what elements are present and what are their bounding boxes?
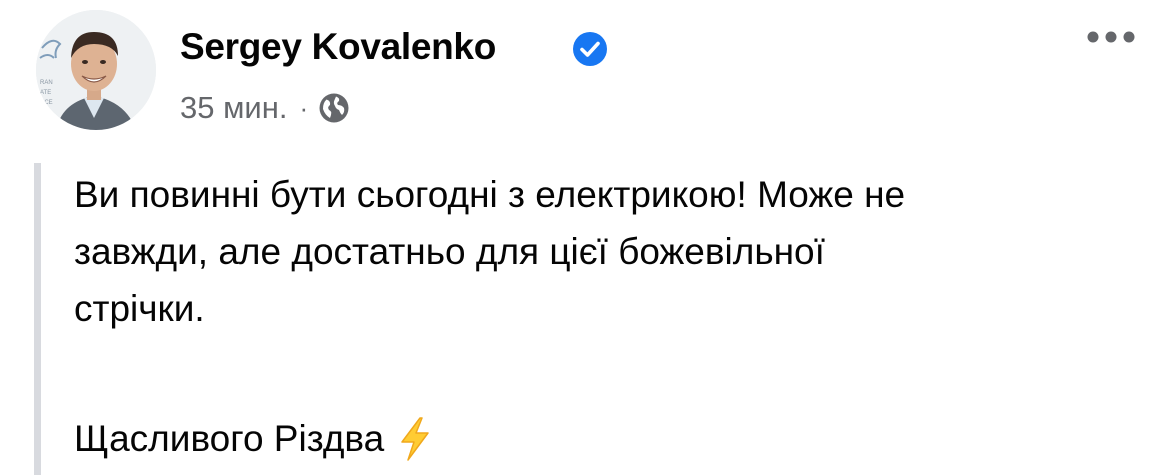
- avatar-bg-text-2: ATE: [40, 90, 51, 96]
- globe-icon[interactable]: [318, 92, 350, 124]
- post-greeting: Щасливого Різдва: [74, 410, 432, 467]
- meta-separator: ·: [299, 92, 309, 123]
- avatar-photo: RAN ATE NCE: [36, 10, 156, 130]
- more-options-icon[interactable]: [1086, 27, 1136, 47]
- post-body-line: завжди, але достатньо для цієї божевільн…: [74, 231, 825, 272]
- quote-bar: [34, 163, 41, 475]
- verified-badge-icon: [573, 32, 607, 66]
- high-voltage-icon: [401, 416, 430, 461]
- post-body-line: Ви повинні бути сьогодні з електрикою! М…: [74, 174, 906, 215]
- avatar[interactable]: RAN ATE NCE: [36, 10, 156, 130]
- post-header: RAN ATE NCE Sergey Kovalenko 35 мин. ·: [0, 0, 1170, 150]
- post-timestamp[interactable]: 35 мин.: [180, 90, 287, 126]
- greeting-text: Щасливого Різдва: [74, 418, 385, 459]
- post-body: Ви повинні бути сьогодні з електрикою! М…: [74, 166, 1134, 337]
- avatar-bg-text-3: NCE: [40, 100, 53, 106]
- post-meta: 35 мин. ·: [180, 88, 350, 128]
- author-name[interactable]: Sergey Kovalenko: [180, 26, 496, 68]
- avatar-bg-text-1: RAN: [40, 80, 53, 86]
- post-body-line: стрічки.: [74, 288, 205, 329]
